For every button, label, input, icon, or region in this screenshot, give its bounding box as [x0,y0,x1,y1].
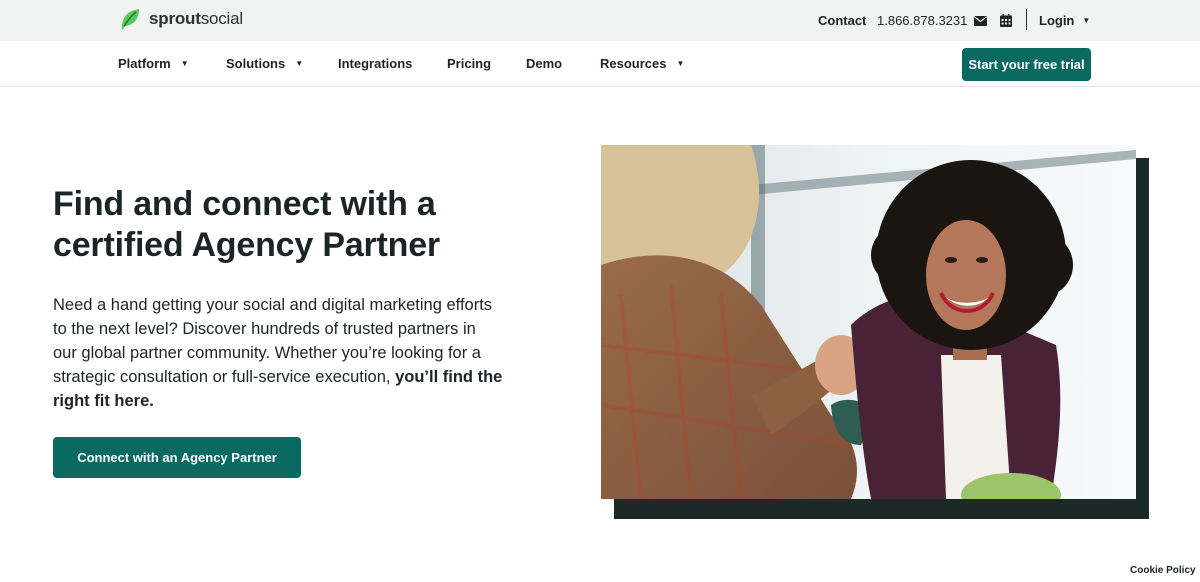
utility-bar: sproutsocial Contact 1.866.878.3231 Logi… [0,0,1200,41]
nav-integrations[interactable]: Integrations [338,41,412,86]
caret-down-icon: ▼ [180,59,189,68]
nav-label: Platform [118,56,171,71]
nav-label: Pricing [447,56,492,71]
sprout-social-logo[interactable]: sproutsocial [119,6,243,32]
hero-photo-handshake [601,145,1136,499]
page-title: Find and connect with a certified Agency… [53,185,440,264]
nav-platform[interactable]: Platform ▼ [118,41,189,86]
caret-down-icon: ▼ [295,59,304,68]
nav-demo[interactable]: Demo [526,41,562,86]
nav-label: Resources [600,56,667,71]
cookie-policy-link[interactable]: Cookie Policy [1130,565,1196,576]
nav-resources[interactable]: Resources ▼ [600,41,684,86]
envelope-icon[interactable] [974,0,988,41]
connect-agency-partner-button[interactable]: Connect with an Agency Partner [53,437,301,478]
nav-label: Solutions [226,56,286,71]
sprout-leaf-icon [122,9,139,30]
handshake-illustration [601,145,1136,499]
nav-label: Integrations [338,56,413,71]
utility-divider [1026,9,1027,30]
hero-description: Need a hand getting your social and digi… [53,293,503,413]
calendar-icon[interactable] [1000,0,1013,41]
caret-down-icon: ▼ [676,59,685,68]
phone-link[interactable]: 1.866.878.3231 [877,0,967,41]
main-nav: Platform ▼ Solutions ▼ Integrations Pricin… [0,41,1200,87]
brand-wordmark: sproutsocial [149,9,243,28]
start-free-trial-button[interactable]: Start your free trial [962,48,1091,81]
login-dropdown[interactable]: Login ▼ [1039,0,1090,41]
nav-solutions[interactable]: Solutions ▼ [226,41,303,86]
login-label: Login [1039,13,1075,28]
contact-link[interactable]: Contact [818,0,866,41]
nav-pricing[interactable]: Pricing [447,41,491,86]
chevron-down-icon: ▼ [1082,16,1091,25]
nav-label: Demo [526,56,563,71]
